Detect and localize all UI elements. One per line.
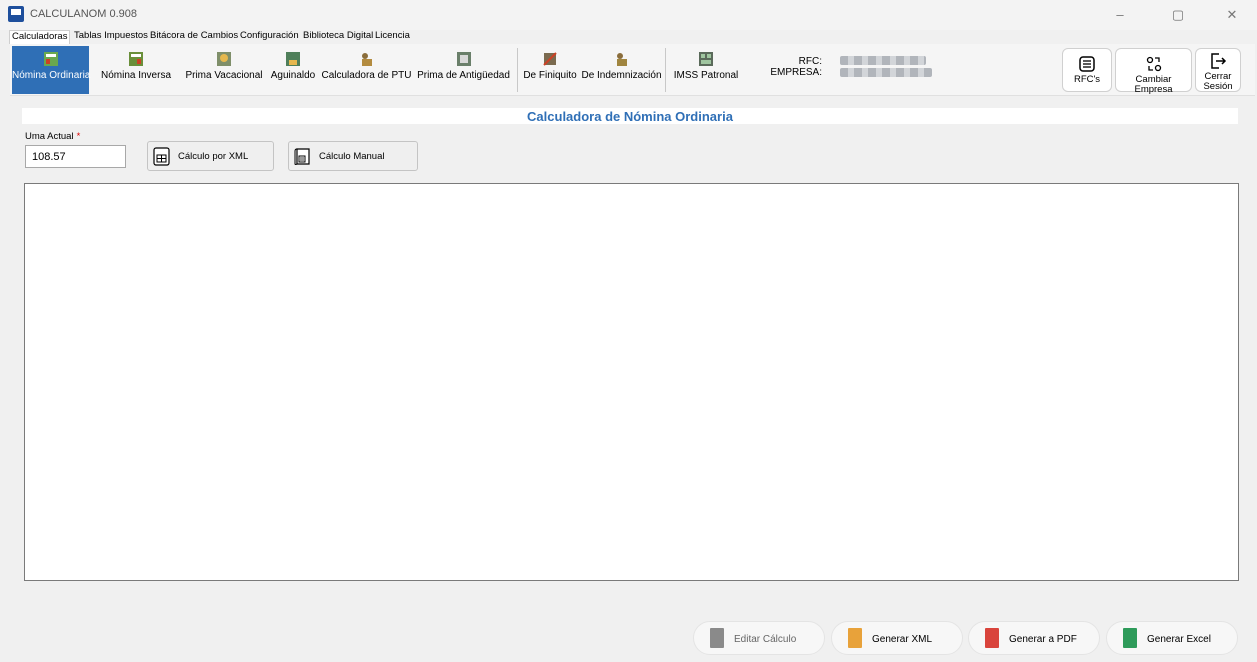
editar-calculo-label: Editar Cálculo — [734, 634, 797, 645]
calc-label: Nómina Ordinaria — [12, 70, 91, 81]
window-title: CALCULANOM 0.908 — [30, 8, 137, 20]
page-title: Calculadora de Nómina Ordinaria — [527, 109, 733, 124]
calc-ptu-button[interactable]: Calculadora de PTU — [320, 46, 413, 94]
generar-excel-button[interactable]: Generar Excel — [1106, 621, 1238, 655]
imss-icon — [699, 52, 713, 66]
empresa-value-redacted — [840, 68, 932, 77]
company-info-labels: RFC: EMPRESA: — [770, 56, 822, 86]
cerrar-sesion-label: Cerrar Sesión — [1203, 71, 1233, 92]
tab-calculadoras[interactable]: Calculadoras — [9, 30, 71, 44]
rfc-label: RFC: — [798, 56, 822, 67]
uma-label: Uma Actual — [25, 131, 74, 142]
generar-xml-button[interactable]: Generar XML — [831, 621, 963, 655]
calc-label: IMSS Patronal — [673, 70, 739, 81]
empresa-label: EMPRESA: — [770, 67, 822, 78]
tab-biblioteca-digital[interactable]: Biblioteca Digital — [301, 30, 375, 44]
christmas-bonus-icon — [286, 52, 300, 66]
calculator-header: Calculadora de Nómina Ordinaria — [22, 108, 1238, 124]
manual-document-icon — [294, 148, 310, 165]
app-icon — [8, 6, 24, 22]
calc-label: De Finiquito — [523, 70, 577, 81]
calc-label: Aguinaldo — [270, 70, 316, 81]
tab-bitacora-cambios[interactable]: Bitácora de Cambios — [148, 30, 240, 44]
tab-licencia[interactable]: Licencia — [373, 30, 412, 44]
rfc-value-redacted — [840, 56, 926, 65]
calc-label: Prima Vacacional — [185, 70, 263, 81]
profit-sharing-icon — [361, 53, 372, 66]
xml-document-icon — [153, 147, 170, 166]
calc-finiquito-button[interactable]: De Finiquito — [519, 46, 581, 94]
maximize-icon[interactable]: ▢ — [1158, 4, 1198, 26]
calc-nomina-ordinaria-button[interactable]: Nómina Ordinaria — [12, 46, 91, 94]
calculo-manual-label: Cálculo Manual — [319, 151, 385, 162]
minimize-icon[interactable]: – — [1100, 4, 1140, 26]
ribbon-separator — [517, 48, 518, 92]
uma-label-group: Uma Actual * — [25, 131, 80, 142]
menu-tabs: Calculadoras Tablas Impuestos Bitácora d… — [0, 30, 1257, 44]
close-icon[interactable]: ✕ — [1212, 4, 1252, 26]
title-bar: CALCULANOM 0.908 – ▢ ✕ — [0, 0, 1257, 30]
tab-tablas-impuestos[interactable]: Tablas Impuestos — [72, 30, 150, 44]
calc-label: Calculadora de PTU — [321, 70, 412, 81]
required-mark: * — [76, 131, 81, 142]
seniority-bonus-icon — [456, 52, 471, 66]
cambiar-empresa-button[interactable]: Cambiar Empresa — [1115, 48, 1192, 95]
calculation-result-panel[interactable] — [24, 183, 1239, 581]
generar-excel-label: Generar Excel — [1147, 634, 1211, 645]
calc-aguinaldo-button[interactable]: Aguinaldo — [265, 46, 321, 94]
excel-file-icon — [1123, 628, 1137, 648]
calculo-manual-button[interactable]: Cálculo Manual — [288, 141, 418, 171]
calc-indemnizacion-button[interactable]: De Indemnización — [580, 46, 663, 94]
cerrar-sesion-button[interactable]: Cerrar Sesión — [1195, 48, 1241, 92]
calculo-xml-label: Cálculo por XML — [178, 151, 249, 162]
rfcs-button[interactable]: RFC's — [1062, 48, 1112, 92]
pdf-file-icon — [985, 628, 999, 648]
calc-prima-antiguedad-button[interactable]: Prima de Antigüedad — [412, 46, 515, 94]
tab-configuracion[interactable]: Configuración — [238, 30, 301, 44]
compensation-icon — [616, 53, 627, 66]
ribbon-toolbar: Nómina Ordinaria Nómina Inversa Prima Va… — [10, 44, 1255, 96]
edit-document-icon — [710, 628, 724, 648]
calc-nomina-inversa-button[interactable]: Nómina Inversa — [91, 46, 181, 94]
ribbon-separator — [665, 48, 666, 92]
reverse-payroll-icon — [129, 52, 143, 66]
generar-pdf-label: Generar a PDF — [1009, 634, 1077, 645]
calc-label: Nómina Inversa — [100, 70, 172, 81]
rfcs-label: RFC's — [1073, 74, 1101, 85]
payroll-icon — [43, 52, 58, 66]
vacation-bonus-icon — [217, 52, 231, 66]
generar-xml-label: Generar XML — [872, 634, 933, 645]
calc-imss-patronal-button[interactable]: IMSS Patronal — [668, 46, 744, 94]
calc-label: De Indemnización — [581, 70, 662, 81]
uma-input[interactable] — [25, 145, 126, 168]
calc-prima-vacacional-button[interactable]: Prima Vacacional — [184, 46, 264, 94]
editar-calculo-button[interactable]: Editar Cálculo — [693, 621, 825, 655]
generar-pdf-button[interactable]: Generar a PDF — [968, 621, 1100, 655]
cambiar-empresa-label: Cambiar Empresa — [1134, 74, 1173, 95]
logout-icon — [1211, 53, 1227, 69]
switch-company-icon — [1146, 56, 1161, 72]
list-icon — [1079, 56, 1095, 72]
xml-file-icon — [848, 628, 862, 648]
calculo-xml-button[interactable]: Cálculo por XML — [147, 141, 274, 171]
settlement-icon — [543, 52, 557, 66]
calc-label: Prima de Antigüedad — [417, 70, 510, 81]
